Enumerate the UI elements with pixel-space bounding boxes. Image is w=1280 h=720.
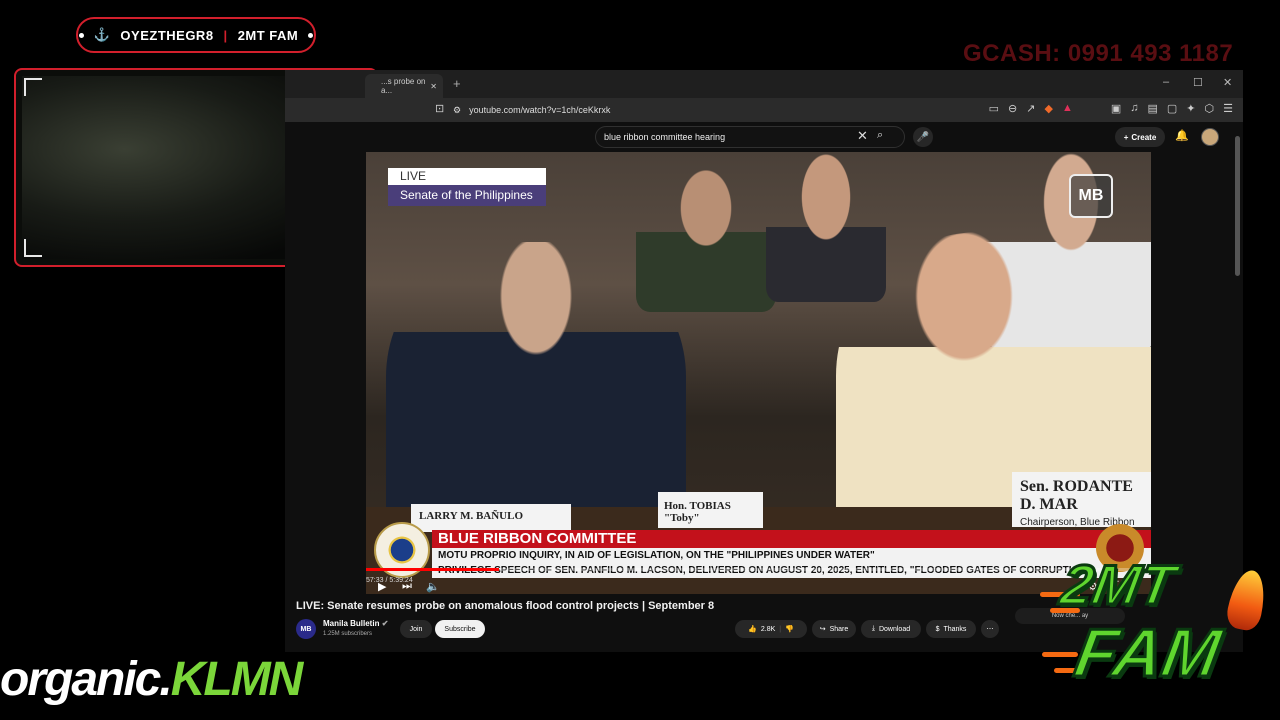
nameplate: Sen. RODANTE D. MAR Chairperson, Blue Ri… xyxy=(1012,472,1151,546)
lower-third-title: BLUE RIBBON COMMITTEE xyxy=(432,530,1151,548)
create-button[interactable]: + Create xyxy=(1115,127,1165,147)
download-icon: ⤓ xyxy=(871,625,875,632)
frame-corner xyxy=(24,239,42,257)
avatar[interactable] xyxy=(1201,128,1219,146)
video-person xyxy=(766,152,886,302)
toolbar-icons: ▭ ⊖ ↗ ◆ ▲ ▣ ♫ ▤ ▢ ✦ ⬡ ☰ xyxy=(989,102,1233,115)
bell-icon[interactable]: 🔔 xyxy=(1175,129,1189,142)
plus-icon: + xyxy=(1123,132,1129,142)
subscribe-button[interactable]: Subscribe xyxy=(435,620,485,638)
nameplate: LARRY M. BAÑULO xyxy=(411,504,571,532)
search-query: blue ribbon committee hearing xyxy=(604,132,726,142)
share-button[interactable]: ↪ Share xyxy=(812,620,856,638)
shield-icon[interactable]: ◆ xyxy=(1044,102,1052,115)
channel-name[interactable]: Manila Bulletin ✔ xyxy=(323,619,388,628)
channel-name-text: Manila Bulletin xyxy=(323,619,380,628)
live-tag: LIVE Senate of the Philippines xyxy=(388,168,546,206)
bookmark-icon[interactable]: ⊡ xyxy=(435,102,444,115)
site-settings-icon[interactable]: ⚙ xyxy=(453,105,461,116)
team-logo: 2MT FAM xyxy=(1040,552,1280,720)
streamer-name: OYEZTHEGR8 xyxy=(120,27,214,43)
badge-dot-left xyxy=(78,32,84,38)
close-window-button[interactable]: ✕ xyxy=(1223,76,1232,89)
tab-close-icon[interactable]: ✕ xyxy=(430,82,437,91)
thanks-label: Thanks xyxy=(943,625,967,633)
video-player[interactable]: LIVE Senate of the Philippines MB LARRY … xyxy=(366,152,1151,594)
music-icon[interactable]: ♫ xyxy=(1130,102,1138,115)
badge-dot-right xyxy=(308,32,314,38)
channel-avatar[interactable]: MB xyxy=(296,619,316,639)
share-label: Share xyxy=(829,625,849,633)
join-button[interactable]: Join xyxy=(400,620,432,638)
thanks-button[interactable]: $ Thanks xyxy=(926,620,976,638)
flame-icon xyxy=(1224,567,1270,633)
reader-icon[interactable]: ▤ xyxy=(1147,102,1157,115)
time-display: 57:33 / 5:39:24 xyxy=(366,577,413,584)
progress-fill xyxy=(366,568,500,571)
nameplate: Hon. TOBIAS "Toby" xyxy=(658,492,763,528)
gcash-text: GCASH: 0991 493 1187 xyxy=(963,40,1234,67)
url-text: youtube.com/watch?v=1ch/ceKkrxk xyxy=(469,105,611,115)
like-count: 2.8K xyxy=(760,625,776,633)
badge-separator: | xyxy=(223,27,228,43)
cast-icon[interactable]: ▭ xyxy=(989,102,999,115)
brand-text-white: organic. xyxy=(0,653,173,706)
ai-icon[interactable]: ✦ xyxy=(1186,102,1195,115)
lower-third: BLUE RIBBON COMMITTEE MOTU PROPRIO INQUI… xyxy=(366,522,1151,594)
menu-icon[interactable]: ☰ xyxy=(1223,102,1233,115)
download-label: Download xyxy=(878,625,911,633)
volume-icon[interactable]: 🔈 xyxy=(426,580,440,593)
progress-bar[interactable] xyxy=(366,568,1151,571)
share-icon: ↪ xyxy=(819,626,826,633)
video-person xyxy=(386,242,686,542)
clear-search-icon[interactable]: ✕ xyxy=(857,128,868,144)
video-title: LIVE: Senate resumes probe on anomalous … xyxy=(296,600,715,612)
share-page-icon[interactable]: ↗ xyxy=(1026,102,1035,115)
source-label: Senate of the Philippines xyxy=(388,185,546,206)
zoom-icon[interactable]: ⊖ xyxy=(1008,102,1017,115)
verified-icon: ✔ xyxy=(381,619,389,628)
speed-line xyxy=(1042,652,1078,657)
new-tab-button[interactable]: + xyxy=(453,76,461,91)
scrollbar[interactable] xyxy=(1235,136,1240,276)
sidebar-icon[interactable]: ▣ xyxy=(1111,102,1121,115)
live-label: LIVE xyxy=(388,168,546,185)
thanks-icon: $ xyxy=(935,625,940,633)
nameplate-name: Sen. RODANTE D. MAR xyxy=(1020,478,1133,513)
tab-title: ...s probe on a... xyxy=(381,77,426,95)
anchor-icon: ⚓ xyxy=(93,27,111,42)
download-button[interactable]: ⤓ Download xyxy=(861,620,921,638)
brand-logo: organic.KLMN xyxy=(0,652,320,712)
streamer-badge: ⚓ OYEZTHEGR8 | 2MT FAM xyxy=(76,17,316,53)
frame-corner xyxy=(24,78,42,96)
maximize-button[interactable]: ☐ xyxy=(1193,76,1203,89)
dislike-icon[interactable]: 👎 xyxy=(785,625,794,633)
mic-icon[interactable]: 🎤 xyxy=(913,127,933,147)
like-icon[interactable]: 👍 xyxy=(748,625,757,633)
channel-watermark: MB xyxy=(1069,174,1113,218)
address-bar[interactable]: ⚙ youtube.com/watch?v=1ch/ceKkrxk xyxy=(453,101,1023,119)
minimize-button[interactable]: – xyxy=(1163,76,1169,88)
brand-text-green: KLMN xyxy=(170,653,304,706)
browser-tab[interactable]: ...s probe on a... ✕ xyxy=(365,74,443,98)
more-actions-button[interactable]: ⋯ xyxy=(981,620,999,638)
team-logo-line2: FAM xyxy=(1068,614,1228,693)
create-label: Create xyxy=(1131,132,1157,142)
video-person xyxy=(636,152,776,312)
team-logo-line1: 2MT xyxy=(1055,552,1181,618)
rewards-icon[interactable]: ▲ xyxy=(1062,102,1073,115)
team-name: 2MT FAM xyxy=(237,27,299,43)
search-icon[interactable]: ⌕ xyxy=(877,129,883,142)
wallet-icon[interactable]: ▢ xyxy=(1167,102,1177,115)
subscriber-count: 1.25M subscribers xyxy=(323,631,373,637)
vpn-icon[interactable]: ⬡ xyxy=(1205,102,1215,115)
like-dislike-group[interactable]: 👍 2.8K | 👎 xyxy=(735,620,807,638)
